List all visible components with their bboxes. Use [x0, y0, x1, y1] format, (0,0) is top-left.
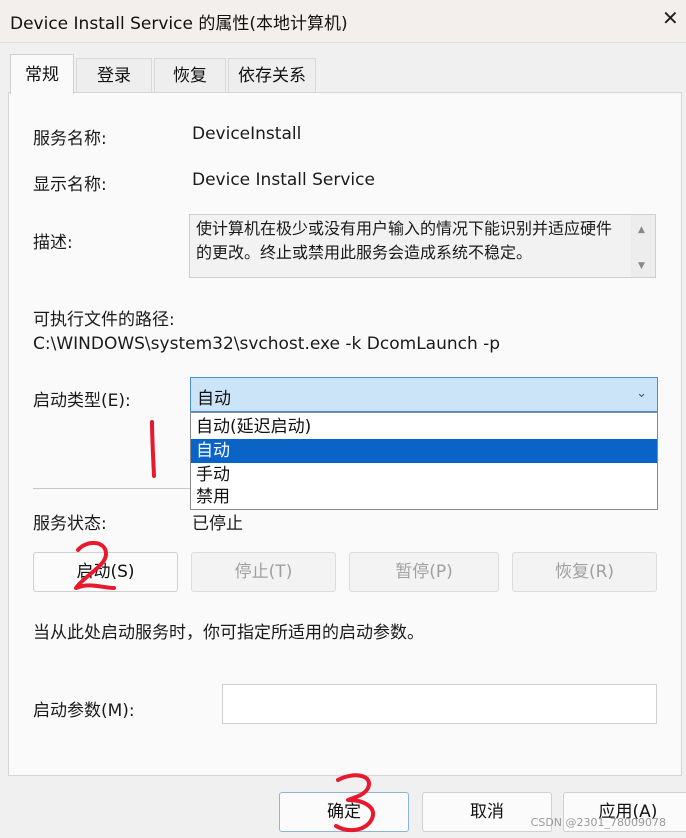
stop-button[interactable]: 停止(T) — [191, 552, 336, 592]
exe-path-label: 可执行文件的路径: — [33, 310, 175, 330]
startup-option-manual[interactable]: 手动 — [191, 463, 657, 487]
chevron-down-icon[interactable]: ⌄ — [636, 386, 647, 401]
startup-type-value: 自动 — [197, 389, 231, 409]
title-bar: Device Install Service 的属性(本地计算机) ✕ — [0, 0, 686, 43]
service-status-label: 服务状态: — [33, 514, 107, 534]
service-status-value: 已停止 — [192, 514, 243, 534]
tab-general[interactable]: 常规 — [10, 54, 74, 94]
watermark: CSDN @2301_78009078 — [530, 816, 666, 829]
scroll-up-icon[interactable]: ▲ — [638, 225, 645, 235]
scroll-down-icon[interactable]: ▼ — [638, 261, 645, 271]
tab-dependencies[interactable]: 依存关系 — [228, 58, 316, 92]
start-button[interactable]: 启动(S) — [33, 552, 178, 592]
resume-button[interactable]: 恢复(R) — [512, 552, 657, 592]
startup-option-disabled[interactable]: 禁用 — [191, 485, 657, 509]
ok-button[interactable]: 确定 — [279, 792, 409, 832]
startup-option-delayed[interactable]: 自动(延迟启动) — [191, 415, 657, 439]
startup-option-auto[interactable]: 自动 — [191, 439, 657, 463]
pause-button[interactable]: 暂停(P) — [349, 552, 499, 592]
close-icon[interactable]: ✕ — [662, 8, 679, 28]
display-name-value: Device Install Service — [192, 170, 375, 190]
start-params-hint: 当从此处启动服务时，你可指定所适用的启动参数。 — [33, 623, 424, 643]
tab-login[interactable]: 登录 — [76, 58, 152, 92]
divider — [33, 488, 193, 489]
startup-type-dropdown: 自动(延迟启动) 自动 手动 禁用 — [190, 412, 658, 510]
window-title: Device Install Service 的属性(本地计算机) — [10, 14, 348, 34]
description-label: 描述: — [33, 233, 73, 253]
description-box[interactable]: 使计算机在极少或没有用户输入的情况下能识别并适应硬件的更改。终止或禁用此服务会造… — [189, 214, 656, 278]
service-name-label: 服务名称: — [33, 129, 107, 149]
tab-recovery[interactable]: 恢复 — [154, 58, 226, 92]
start-params-input[interactable] — [222, 684, 657, 724]
startup-type-label: 启动类型(E): — [33, 391, 131, 411]
start-params-label: 启动参数(M): — [33, 701, 135, 721]
service-name-value: DeviceInstall — [192, 124, 302, 144]
exe-path-value: C:\WINDOWS\system32\svchost.exe -k DcomL… — [33, 334, 501, 354]
description-text: 使计算机在极少或没有用户输入的情况下能识别并适应硬件的更改。终止或禁用此服务会造… — [196, 219, 613, 262]
description-scrollbar[interactable]: ▲ ▼ — [631, 215, 655, 277]
display-name-label: 显示名称: — [33, 175, 107, 195]
startup-type-select[interactable]: 自动 ⌄ — [190, 377, 658, 412]
